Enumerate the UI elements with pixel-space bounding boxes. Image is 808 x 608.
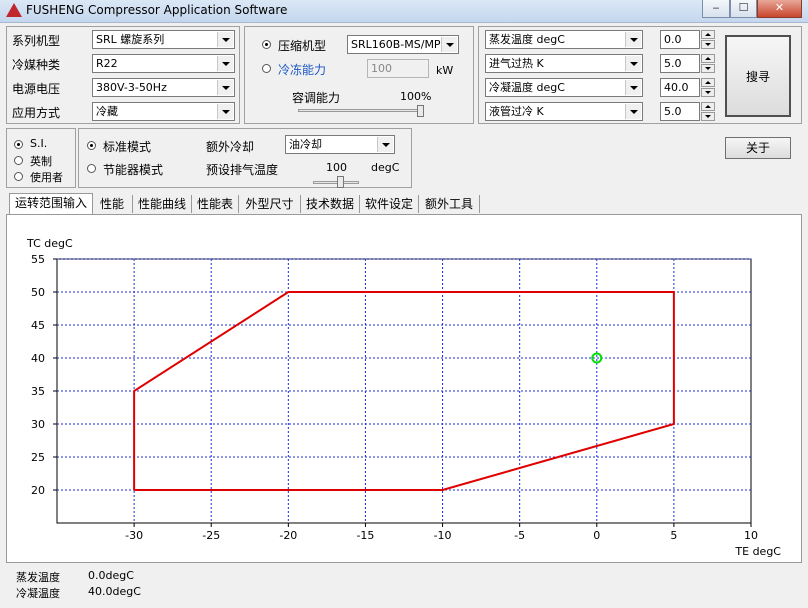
x-tick-label: -10 — [434, 529, 452, 542]
liquid-subcooling-select[interactable]: 液管过冷 K — [485, 102, 643, 121]
liquid-subcooling-up-button[interactable] — [701, 102, 715, 111]
x-tick-label: 10 — [744, 529, 758, 542]
capacity-input[interactable]: 100 — [367, 59, 429, 78]
minimize-button[interactable]: ‒ — [702, 0, 730, 18]
evaporating-temp-select[interactable]: 蒸发温度 degC — [485, 30, 643, 49]
tab-dimensions[interactable]: 外型尺寸 — [239, 195, 301, 213]
discharge-temp-label: 预设排气温度 — [206, 163, 279, 177]
evaporating-temp-input[interactable]: 0.0 — [660, 30, 700, 49]
unit-user-label: 使用者 — [30, 171, 63, 184]
application-label: 应用方式 — [12, 106, 61, 120]
extra-cooling-label: 额外冷却 — [206, 140, 255, 154]
economizer-mode-label: 节能器模式 — [103, 163, 164, 177]
regulation-label: 容调能力 — [292, 91, 341, 105]
refrigerant-label: 冷媒种类 — [12, 58, 61, 72]
evaporating-temp-down-button[interactable] — [701, 40, 715, 49]
suction-superheat-up-button[interactable] — [701, 54, 715, 63]
close-button[interactable]: ✕ — [757, 0, 802, 18]
discharge-temp-unit: degC — [371, 161, 400, 174]
status-condensing-label: 冷凝温度 — [16, 587, 60, 600]
y-axis-label: TC degC — [26, 237, 73, 250]
suction-superheat-select[interactable]: 进气过热 K — [485, 54, 643, 73]
extra-cooling-select[interactable]: 油冷却 — [285, 135, 395, 154]
y-tick-label: 50 — [31, 286, 45, 299]
suction-superheat-input[interactable]: 5.0 — [660, 54, 700, 73]
tab-performance[interactable]: 性能 — [92, 195, 133, 213]
discharge-temp-slider-thumb[interactable] — [337, 176, 344, 188]
x-tick-label: -30 — [125, 529, 143, 542]
series-label: 系列机型 — [12, 34, 61, 48]
condensing-temp-up-button[interactable] — [701, 78, 715, 87]
y-tick-label: 40 — [31, 352, 45, 365]
capacity-radio[interactable] — [262, 64, 271, 73]
search-button[interactable]: 搜寻 — [725, 35, 791, 117]
y-tick-label: 20 — [31, 484, 45, 497]
series-select[interactable]: SRL 螺旋系列 — [92, 30, 235, 49]
suction-superheat-down-button[interactable] — [701, 64, 715, 73]
x-tick-label: -20 — [279, 529, 297, 542]
x-tick-label: 0 — [593, 529, 600, 542]
voltage-select[interactable]: 380V-3-50Hz — [92, 78, 235, 97]
tab-operating-range[interactable]: 运转范围输入 — [9, 193, 93, 214]
discharge-temp-slider[interactable] — [313, 181, 359, 184]
x-tick-label: 5 — [670, 529, 677, 542]
app-logo-icon — [6, 3, 22, 17]
discharge-temp-value: 100 — [326, 161, 347, 174]
unit-imperial-label: 英制 — [30, 155, 52, 168]
compressor-model-label: 压缩机型 — [278, 39, 327, 53]
status-evaporating-label: 蒸发温度 — [16, 571, 60, 584]
evaporating-temp-up-button[interactable] — [701, 30, 715, 39]
condensing-temp-input[interactable]: 40.0 — [660, 78, 700, 97]
x-axis-label: TE degC — [734, 545, 781, 558]
x-tick-label: -25 — [202, 529, 220, 542]
application-select[interactable]: 冷藏 — [92, 102, 235, 121]
x-tick-label: -15 — [356, 529, 374, 542]
capacity-label: 冷冻能力 — [278, 63, 327, 77]
refrigerant-select[interactable]: R22 — [92, 54, 235, 73]
capacity-unit: kW — [436, 64, 454, 77]
liquid-subcooling-down-button[interactable] — [701, 112, 715, 121]
maximize-button[interactable]: ☐ — [730, 0, 757, 18]
condensing-temp-down-button[interactable] — [701, 88, 715, 97]
regulation-value: 100% — [400, 90, 432, 103]
compressor-model-radio[interactable] — [262, 40, 271, 49]
tab-technical-data[interactable]: 技术数据 — [301, 195, 360, 213]
window-title: FUSHENG Compressor Application Software — [26, 3, 288, 17]
voltage-label: 电源电压 — [12, 82, 61, 96]
y-tick-label: 25 — [31, 451, 45, 464]
tab-extra-tools[interactable]: 额外工具 — [419, 195, 480, 213]
y-tick-label: 35 — [31, 385, 45, 398]
y-tick-label: 30 — [31, 418, 45, 431]
chart-panel: -30 -25 -20 -15 -10 -5 0 5 10 20 25 30 35 40 45 50 55 TE… — [6, 214, 802, 563]
liquid-subcooling-input[interactable]: 5.0 — [660, 102, 700, 121]
about-button[interactable]: 关于 — [725, 137, 791, 159]
compressor-model-select[interactable]: SRL160B-MS/MP — [347, 35, 459, 54]
standard-mode-radio[interactable] — [87, 141, 96, 150]
operating-envelope-line — [133, 291, 675, 491]
unit-si-radio[interactable] — [14, 140, 23, 149]
regulation-slider-thumb[interactable] — [417, 105, 424, 117]
x-tick-label: -5 — [514, 529, 525, 542]
unit-user-radio[interactable] — [14, 172, 23, 181]
tab-software-settings[interactable]: 软件设定 — [360, 195, 419, 213]
status-evaporating-value: 0.0degC — [88, 569, 134, 582]
unit-si-label: S.I. — [30, 137, 48, 150]
economizer-mode-radio[interactable] — [87, 164, 96, 173]
standard-mode-label: 标准模式 — [103, 140, 152, 154]
status-condensing-value: 40.0degC — [88, 585, 141, 598]
operating-envelope-chart: -30 -25 -20 -15 -10 -5 0 5 10 20 25 30 35 40 45 50 55 TE… — [26, 237, 781, 558]
y-tick-label: 55 — [31, 253, 45, 266]
condensing-temp-select[interactable]: 冷凝温度 degC — [485, 78, 643, 97]
regulation-slider[interactable] — [298, 109, 424, 112]
tab-performance-table[interactable]: 性能表 — [192, 195, 239, 213]
tab-performance-curve[interactable]: 性能曲线 — [133, 195, 192, 213]
y-tick-label: 45 — [31, 319, 45, 332]
unit-imperial-radio[interactable] — [14, 156, 23, 165]
